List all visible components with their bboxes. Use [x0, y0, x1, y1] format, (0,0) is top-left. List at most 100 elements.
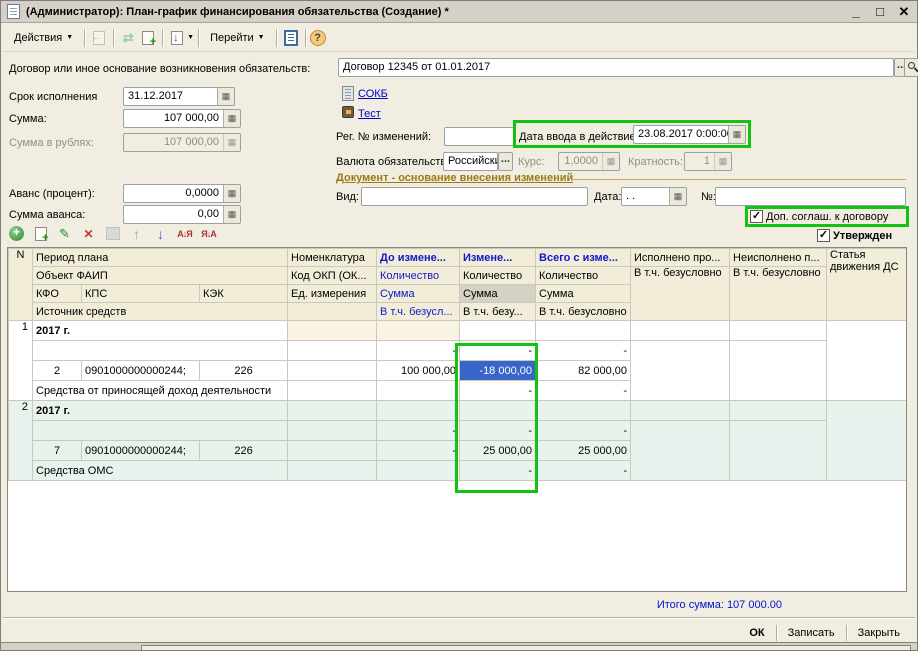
col-total-incl[interactable]: В т.ч. безусловно [536, 303, 631, 321]
sum-change-cell-selected[interactable]: -18 000,00 [460, 361, 536, 381]
sum-field[interactable]: 107 000,00 ▦ [123, 109, 241, 128]
col-change-incl[interactable]: В т.ч. безу... [460, 303, 536, 321]
col-faip[interactable]: Объект ФАИП [33, 267, 288, 285]
unit-cell[interactable] [288, 381, 377, 401]
col-not-executed-incl[interactable]: В т.ч. безусловно [730, 267, 827, 321]
incl-change-cell[interactable]: - [460, 461, 536, 481]
col-kfo[interactable]: КФО [33, 285, 82, 303]
test-link[interactable]: Тест [358, 108, 381, 120]
goto-menu-button[interactable]: Перейти ▼ [203, 27, 272, 49]
sort-desc-icon[interactable]: Я↓А [200, 225, 217, 242]
col-before[interactable]: До измене... [377, 249, 460, 267]
col-before-sum[interactable]: Сумма [377, 285, 460, 303]
executed-cell[interactable] [631, 341, 730, 401]
total-cell[interactable] [536, 401, 631, 421]
kek-cell[interactable]: 226 [200, 441, 288, 461]
move-down-icon[interactable]: ↓ [152, 225, 169, 242]
dop-agreement-checkbox[interactable]: ✓ [750, 210, 763, 223]
executed-cell[interactable] [631, 421, 730, 481]
unit-cell[interactable] [288, 361, 377, 381]
advance-sum-field[interactable]: 0,00 ▦ [123, 205, 241, 224]
col-change-qty[interactable]: Количество [460, 267, 536, 285]
add-row-icon[interactable]: + [8, 225, 25, 242]
col-change[interactable]: Измене... [460, 249, 536, 267]
close-button[interactable]: Закрыть [847, 627, 911, 639]
incl-change-cell[interactable]: - [460, 381, 536, 401]
save-button[interactable]: Записать [777, 627, 846, 639]
incl-total-cell[interactable]: - [536, 461, 631, 481]
col-period[interactable]: Период плана [33, 249, 288, 267]
term-field[interactable]: 31.12.2017 ▦ [123, 87, 235, 106]
col-total-sum[interactable]: Сумма [536, 285, 631, 303]
col-executed[interactable]: Исполнено про... [631, 249, 730, 267]
col-article[interactable]: Статья движения ДС [827, 249, 907, 321]
col-before-qty[interactable]: Количество [377, 267, 460, 285]
col-executed-incl[interactable]: В т.ч. безусловно [631, 267, 730, 321]
kfo-cell[interactable]: 7 [33, 441, 82, 461]
sum-before-cell[interactable]: - [377, 441, 460, 461]
advance-pct-field[interactable]: 0,0000 ▦ [123, 184, 241, 203]
not-executed-cell[interactable] [730, 421, 827, 481]
col-okp[interactable]: Код ОКП (ОК... [288, 267, 377, 285]
executed-cell[interactable] [631, 321, 730, 341]
kps-cell[interactable]: 0901000000000244; [82, 361, 200, 381]
reg-no-field[interactable] [444, 127, 514, 146]
change-cell[interactable] [460, 401, 536, 421]
fill-dropdown-icon[interactable]: ▼ [187, 34, 194, 41]
incl-before-cell[interactable] [377, 461, 460, 481]
unit-cell[interactable] [288, 441, 377, 461]
contract-search-button[interactable] [904, 58, 918, 77]
table-row[interactable]: - - - [9, 421, 908, 441]
journal-icon[interactable] [281, 28, 301, 48]
not-executed-cell[interactable] [730, 321, 827, 341]
incl-before-cell[interactable] [377, 381, 460, 401]
plan-table[interactable]: N Период плана Номенклатура До измене...… [7, 247, 907, 592]
table-row[interactable]: - - - [9, 341, 908, 361]
doc-number-field[interactable] [715, 187, 906, 206]
sum-total-cell[interactable]: 25 000,00 [536, 441, 631, 461]
period-cell[interactable]: 2017 г. [33, 321, 288, 341]
copy-add-icon[interactable]: + [138, 28, 158, 48]
total-cell[interactable] [536, 321, 631, 341]
effective-date-field[interactable]: 23.08.2017 0:00:00 ▦ [633, 125, 746, 144]
fill-icon[interactable]: ↓ [167, 28, 187, 48]
actions-menu-button[interactable]: Действия ▼ [7, 27, 80, 49]
not-executed-cell[interactable] [730, 341, 827, 401]
sum-total-cell[interactable]: 82 000,00 [536, 361, 631, 381]
move-up-icon[interactable]: ↑ [128, 225, 145, 242]
col-unit[interactable]: Ед. измерения [288, 285, 377, 303]
article-cell[interactable] [827, 321, 907, 401]
source-cell[interactable]: Средства ОМС [33, 461, 288, 481]
period-cell[interactable]: 2017 г. [33, 401, 288, 421]
sum-change-cell[interactable]: 25 000,00 [460, 441, 536, 461]
sort-asc-icon[interactable]: А↓Я [176, 225, 193, 242]
qty-change-cell[interactable]: - [460, 421, 536, 441]
approved-checkbox[interactable]: ✓ [817, 229, 830, 242]
sokb-link[interactable]: СОКБ [358, 88, 388, 100]
okp-cell[interactable] [288, 421, 377, 441]
not-executed-cell[interactable] [730, 401, 827, 421]
calendar-icon[interactable]: ▦ [217, 88, 234, 105]
calendar-icon[interactable]: ▦ [728, 126, 745, 143]
currency-ellipsis-button[interactable]: ... [498, 152, 513, 171]
currency-field[interactable]: Российский [443, 152, 498, 171]
help-icon[interactable]: ? [310, 30, 326, 46]
ok-button[interactable]: ОК [738, 627, 775, 639]
before-cell[interactable] [377, 321, 460, 341]
doc-kind-field[interactable] [361, 187, 588, 206]
kek-cell[interactable]: 226 [200, 361, 288, 381]
col-n[interactable]: N [9, 249, 33, 321]
dop-agreement-label[interactable]: Доп. соглаш. к договору [766, 211, 888, 223]
contract-field[interactable]: Договор 12345 от 01.01.2017 [338, 58, 894, 77]
executed-cell[interactable] [631, 401, 730, 421]
kfo-cell[interactable]: 2 [33, 361, 82, 381]
approved-label[interactable]: Утвержден [833, 230, 892, 242]
okp-cell[interactable] [288, 341, 377, 361]
col-kps[interactable]: КПС [82, 285, 200, 303]
col-kek[interactable]: КЭК [200, 285, 288, 303]
qty-change-cell[interactable]: - [460, 341, 536, 361]
col-total-qty[interactable]: Количество [536, 267, 631, 285]
kps-cell[interactable]: 0901000000000244; [82, 441, 200, 461]
table-row[interactable]: 2 2017 г. [9, 401, 908, 421]
doc-date-field[interactable]: . . ▦ [621, 187, 687, 206]
